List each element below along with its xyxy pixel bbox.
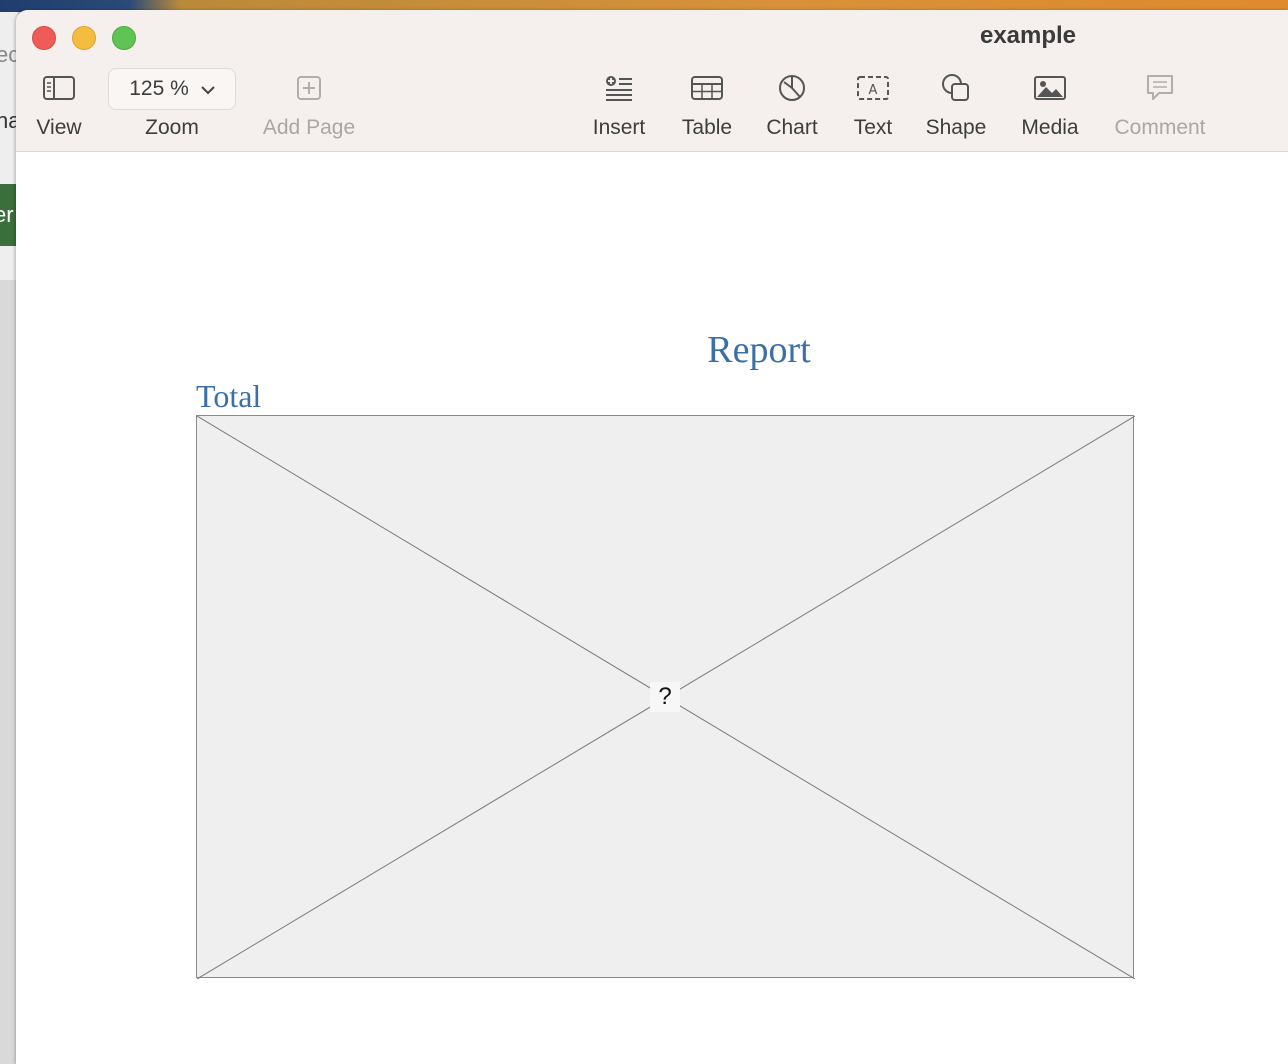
comment-icon <box>1108 68 1212 108</box>
document-heading[interactable]: Report <box>16 328 1288 372</box>
missing-image-icon: ? <box>650 682 680 712</box>
document-subheading[interactable]: Total <box>196 378 261 415</box>
insert-button[interactable]: Insert <box>586 68 652 140</box>
missing-image-placeholder[interactable]: ? <box>196 415 1135 979</box>
media-button[interactable]: Media <box>1016 68 1084 140</box>
titlebar-toolbar: example View 125 % Zoom Add Page Insert … <box>16 10 1288 152</box>
insert-label: Insert <box>592 116 646 139</box>
chart-button[interactable]: Chart <box>762 68 822 140</box>
comment-button[interactable]: Comment <box>1108 68 1212 140</box>
text-box-icon: A <box>848 68 898 108</box>
text-button[interactable]: A Text <box>848 68 898 140</box>
zoom-select[interactable]: 125 % <box>108 68 236 110</box>
view-button[interactable]: View <box>30 68 88 140</box>
image-icon <box>1016 68 1084 108</box>
zoom-control[interactable]: 125 % Zoom <box>108 68 236 140</box>
add-page-label: Add Page <box>262 116 356 139</box>
shape-button[interactable]: Shape <box>922 68 990 140</box>
zoom-value: 125 % <box>129 77 189 100</box>
minimize-button[interactable] <box>72 26 96 50</box>
text-label: Text <box>853 116 893 139</box>
svg-text:A: A <box>869 83 878 98</box>
comment-label: Comment <box>1114 116 1206 139</box>
add-page-icon <box>258 68 360 108</box>
shape-icon <box>922 68 990 108</box>
view-label: View <box>36 116 82 139</box>
fullscreen-button[interactable] <box>112 26 136 50</box>
table-icon <box>676 68 738 108</box>
add-page-button[interactable]: Add Page <box>258 68 360 140</box>
zoom-label: Zoom <box>145 116 199 139</box>
table-button[interactable]: Table <box>676 68 738 140</box>
insert-icon <box>586 68 652 108</box>
shape-label: Shape <box>925 116 987 139</box>
media-label: Media <box>1021 116 1079 139</box>
chevron-down-icon <box>201 77 215 101</box>
pages-window: example View 125 % Zoom Add Page Insert … <box>16 10 1288 1064</box>
close-button[interactable] <box>32 26 56 50</box>
sidebar-icon <box>30 68 88 108</box>
chart-label: Chart <box>766 116 818 139</box>
chart-icon <box>762 68 822 108</box>
table-label: Table <box>681 116 733 139</box>
window-title: example <box>979 22 1077 49</box>
